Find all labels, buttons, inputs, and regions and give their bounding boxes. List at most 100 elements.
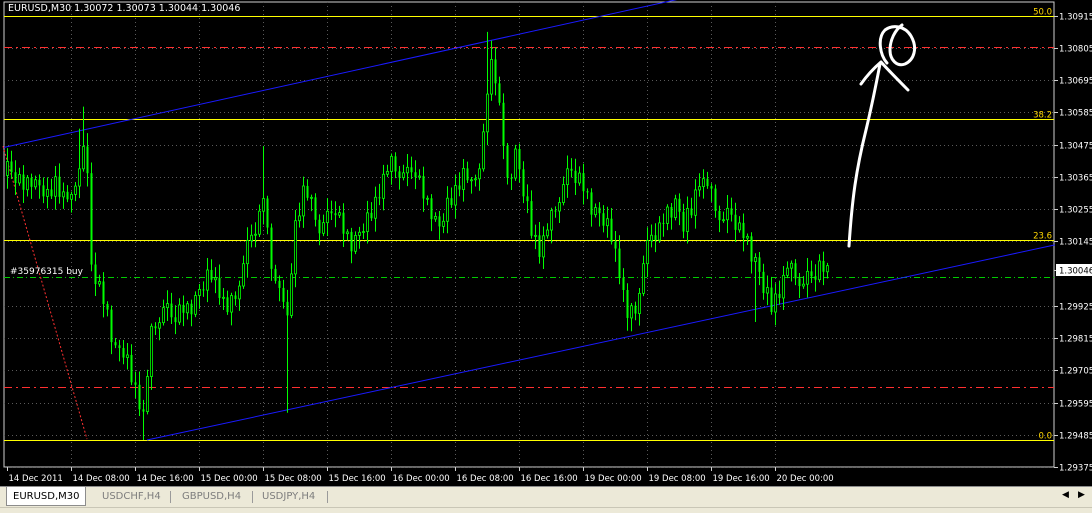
candle-body-bear (574, 170, 577, 183)
candle-body-bear (502, 102, 505, 146)
candle-body-bear (410, 167, 413, 173)
tab-usdchf-h4[interactable]: USDCHF,H4 (96, 489, 167, 505)
candle-body-bear (422, 176, 425, 199)
candle-body-bear (814, 276, 817, 280)
candle-body-bull (442, 220, 445, 227)
candle-body-bear (718, 211, 721, 221)
candle-body-bull (382, 173, 385, 199)
tab-usdjpy-h4[interactable]: USDJPY,H4 (256, 489, 321, 505)
candle-body-bear (14, 172, 17, 183)
candle-body-bear (690, 208, 693, 216)
candle-body-bear (30, 177, 33, 187)
candle-body-bull (666, 206, 669, 224)
candle-body-bull (242, 263, 245, 287)
candle-body-bull (426, 197, 429, 200)
candle-body-bear (330, 211, 333, 214)
candle-body-bull (478, 168, 481, 180)
candle-body-bull (74, 185, 77, 195)
price-tick-label: 1.30475 (1059, 142, 1092, 152)
time-tick-label: 19 Dec 08:00 (649, 474, 706, 484)
candle-body-bear (822, 260, 825, 272)
tab-eurusd-m30[interactable]: EURUSD,M30 (6, 487, 87, 506)
candle-body-bear (174, 317, 177, 323)
candle-body-bull (578, 172, 581, 184)
candle-body-bear (742, 222, 745, 239)
candle-body-bull (362, 231, 365, 233)
candle-body-bear (50, 189, 53, 197)
candle-body-bull (166, 303, 169, 309)
candle-body-bull (754, 257, 757, 262)
candle-body-bull (338, 212, 341, 216)
candle-body-bull (158, 322, 161, 329)
candle-body-bear (622, 277, 625, 290)
candle-body-bull (806, 270, 809, 285)
candle-body-bear (582, 173, 585, 192)
candle-body-bull (826, 265, 829, 273)
candle-body-bull (482, 131, 485, 170)
candle-body-bear (618, 248, 621, 278)
price-tick-label: 1.29815 (1059, 335, 1092, 345)
candle-body-bull (694, 189, 697, 216)
candle-body-bear (758, 257, 761, 272)
candle-body-bull (726, 207, 729, 221)
candle-body-bear (314, 197, 317, 220)
candle-body-bear (438, 216, 441, 227)
candle-body-bear (518, 149, 521, 170)
candle-body-bull (62, 191, 65, 198)
time-tick-label: 16 Dec 00:00 (393, 474, 450, 484)
candle-body-bull (70, 194, 73, 200)
candle-body-bull (818, 260, 821, 281)
price-chart[interactable]: 50.038.223.60.0 1.309151.308051.306951.3… (0, 0, 1092, 486)
candle-body-bull (550, 210, 553, 231)
candle-body-bull (78, 168, 81, 187)
candle-body-bear (90, 173, 93, 265)
tab-gbpusd-h4[interactable]: GBPUSD,H4 (176, 489, 247, 505)
candle-body-bear (370, 212, 373, 219)
fibonacci-level-label: 38.2 (1033, 111, 1052, 121)
price-tick-label: 1.29925 (1059, 303, 1092, 313)
candle-body-bear (530, 201, 533, 236)
candle-body-bear (170, 303, 173, 318)
candle-body-bull (178, 304, 181, 323)
candle-body-bull (546, 229, 549, 237)
candle-body-bull (738, 222, 741, 231)
candle-body-bull (198, 289, 201, 296)
candle-body-bull (322, 222, 325, 234)
candle-body-bull (542, 235, 545, 258)
candle-body-bull (222, 296, 225, 299)
candle-body-bull (246, 240, 249, 265)
candle-body-bear (810, 271, 813, 277)
scroll-left-icon[interactable]: ◀ (1062, 490, 1069, 500)
candle-body-bear (218, 277, 221, 298)
candle-body-bull (194, 295, 197, 315)
candle-body-bear (734, 214, 737, 230)
candle-body-bull (606, 218, 609, 227)
candle-body-bear (270, 227, 273, 269)
candle-body-bull (162, 307, 165, 324)
candle-body-bear (114, 342, 117, 346)
candle-body-bull (230, 295, 233, 313)
candle-body-bear (334, 213, 337, 216)
candle-body-bull (262, 198, 265, 212)
candle-body-bull (534, 234, 537, 237)
candle-body-bear (86, 146, 89, 174)
candle-body-bull (346, 231, 349, 235)
candle-body-bull (638, 292, 641, 314)
candle-body-bull (658, 222, 661, 241)
candle-body-bull (746, 235, 749, 239)
fibonacci-level-label: 23.6 (1033, 232, 1052, 242)
candle-body-bear (94, 264, 97, 285)
time-tick-label: 16 Dec 08:00 (457, 474, 514, 484)
scroll-right-icon[interactable]: ▶ (1078, 490, 1085, 500)
candle-body-bear (274, 268, 277, 281)
candle-body-bear (634, 305, 637, 314)
candle-body-bull (34, 179, 37, 188)
chart-tab-bar: EURUSD,M30 USDCHF,H4 GBPUSD,H4 USDJPY,H4… (0, 486, 1092, 513)
candle-body-bear (342, 212, 345, 234)
candle-body-bear (794, 263, 797, 279)
candle-body-bull (566, 168, 569, 185)
time-tick-label: 20 Dec 00:00 (777, 474, 834, 484)
candle-body-bull (54, 176, 57, 197)
candle-body-bull (258, 210, 261, 235)
candle-body-bear (706, 178, 709, 187)
